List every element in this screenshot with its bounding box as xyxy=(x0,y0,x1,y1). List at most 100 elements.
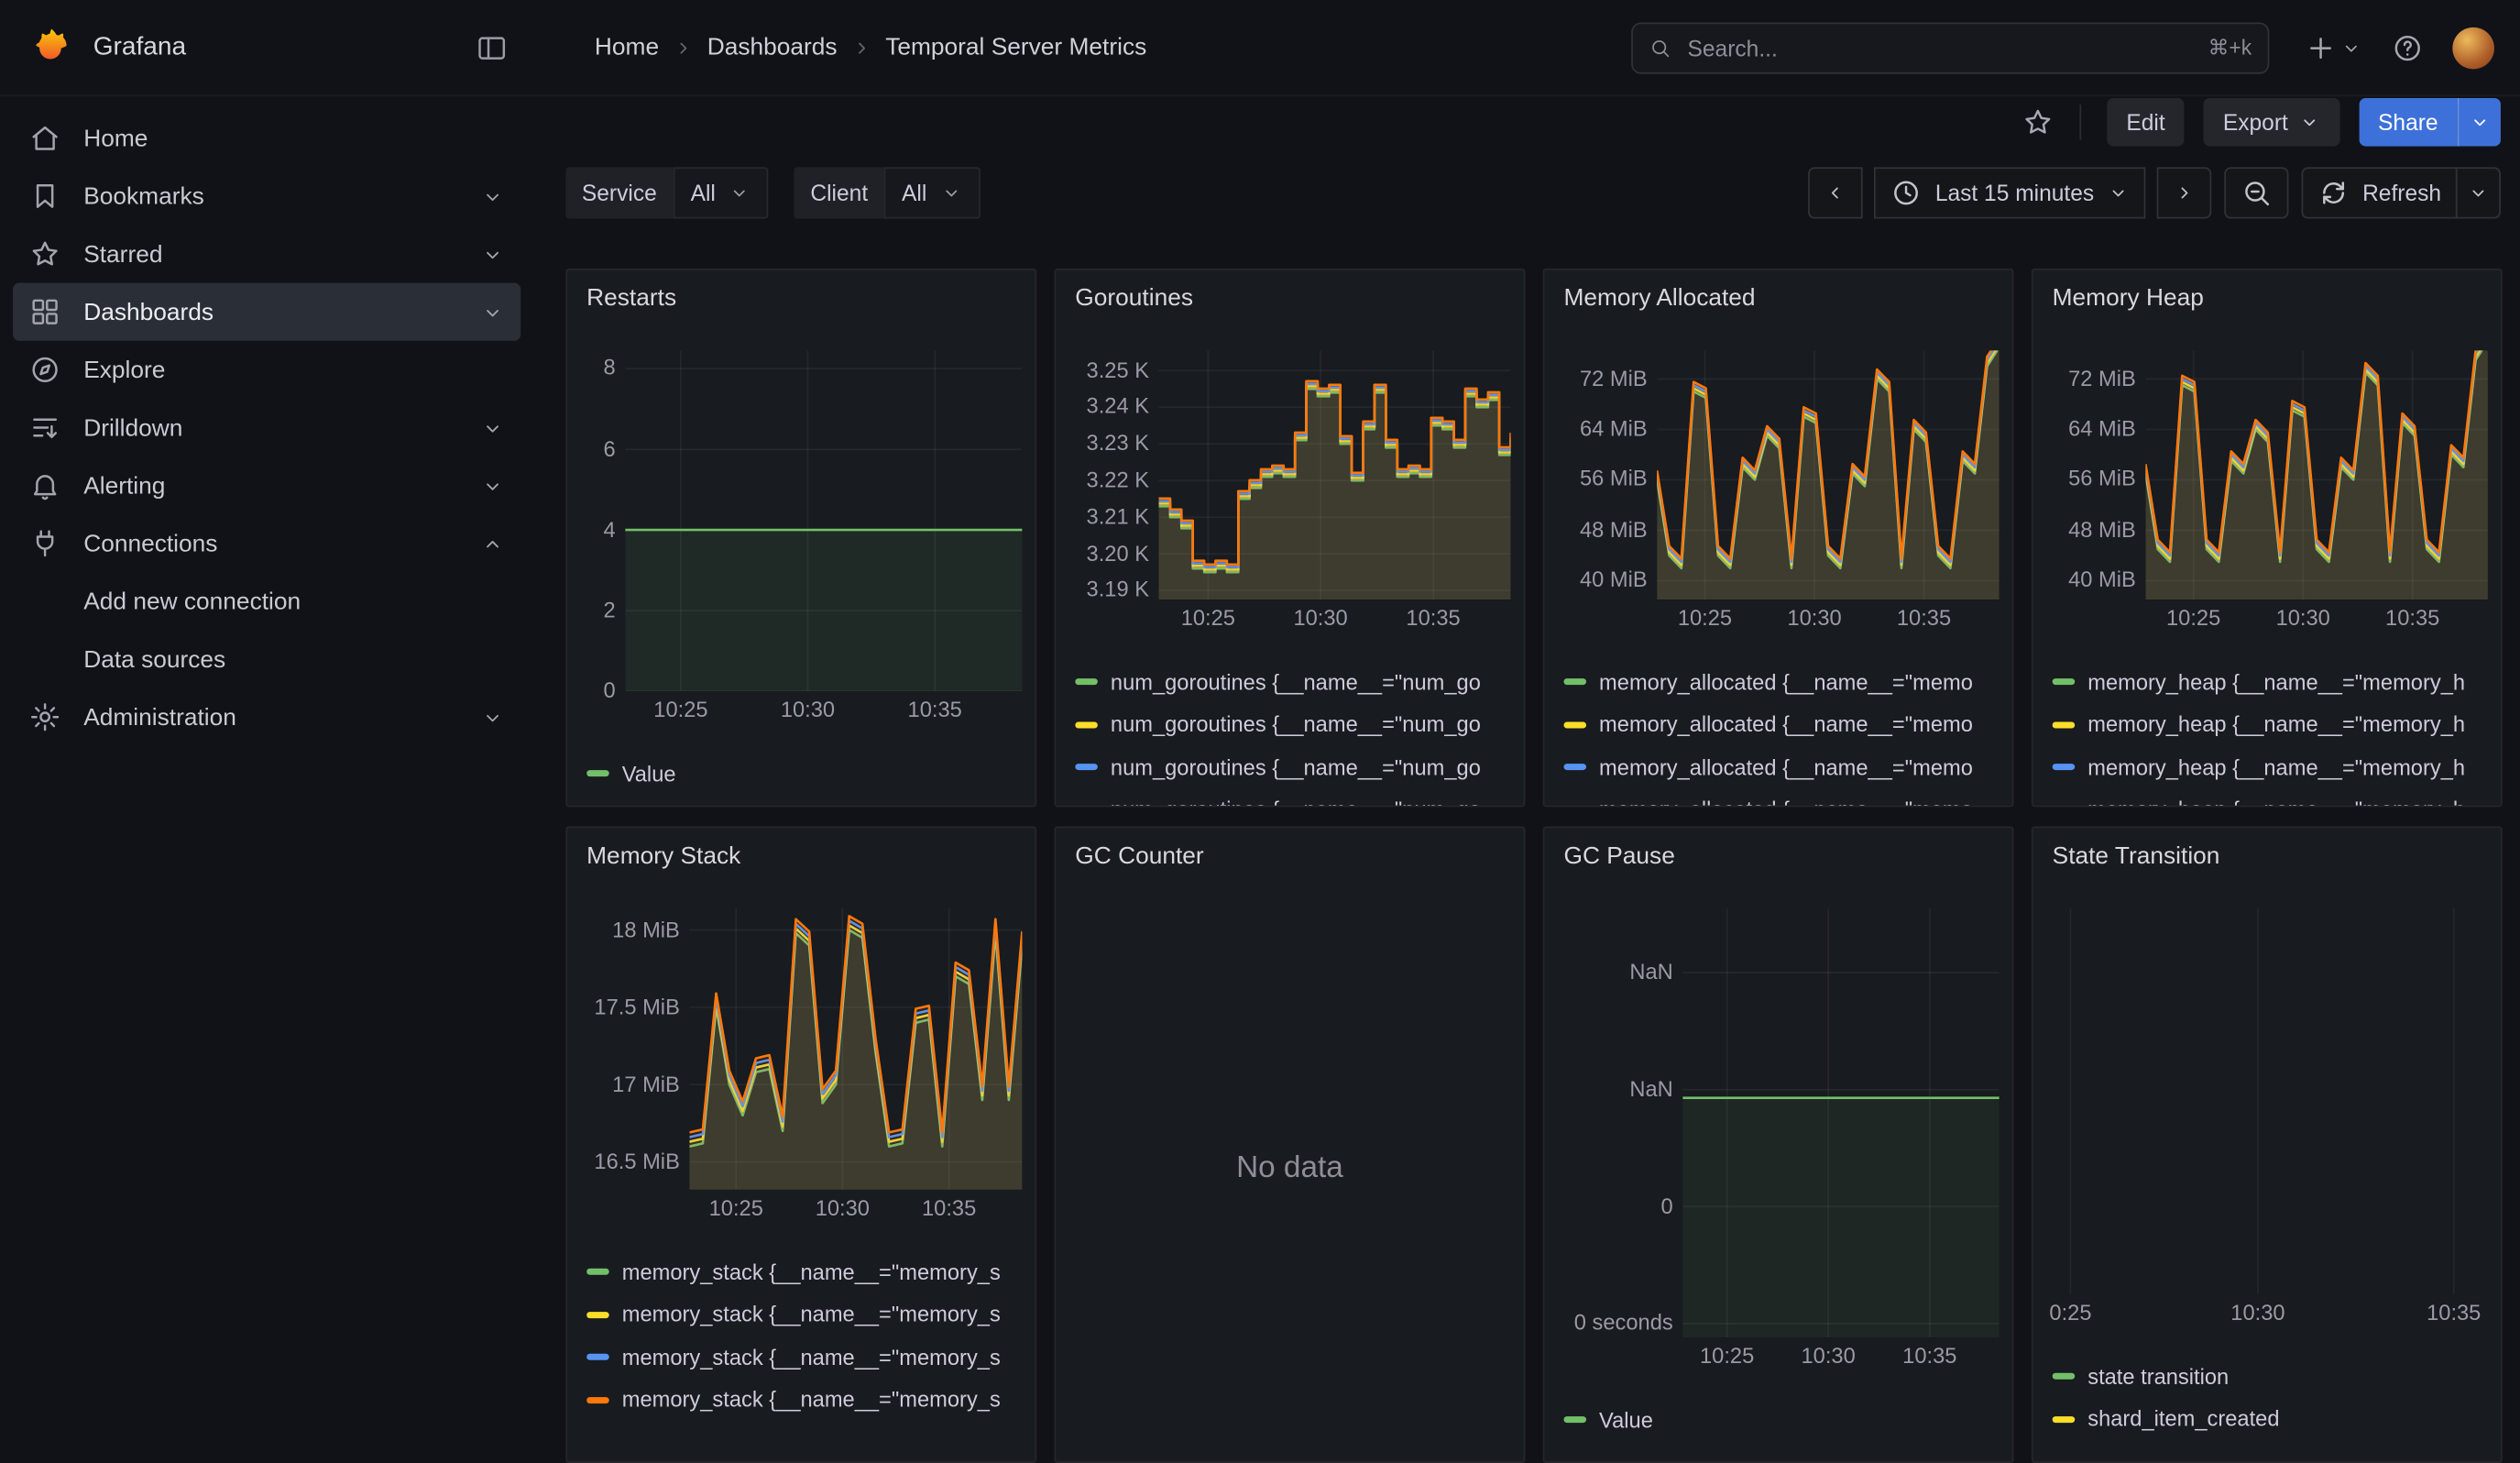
user-avatar[interactable] xyxy=(2452,27,2494,69)
filter-value-dropdown[interactable]: All xyxy=(884,167,980,218)
sidebar-item-add-new-connection[interactable]: Add new connection xyxy=(13,572,520,630)
legend-item[interactable]: memory_allocated {__name__="memo xyxy=(1563,746,2005,788)
chevron-down-icon[interactable] xyxy=(480,242,504,266)
breadcrumb: Home Dashboards Temporal Server Metrics xyxy=(533,34,1631,61)
y-axis-label: 0 seconds xyxy=(1574,1311,1673,1335)
clock-icon xyxy=(1890,177,1923,209)
y-axis-label: 64 MiB xyxy=(1580,416,1648,440)
plot-area[interactable] xyxy=(1159,350,1511,600)
time-shift-forward-button[interactable] xyxy=(2157,167,2212,218)
y-axis-label: 48 MiB xyxy=(2068,517,2136,541)
legend-label: memory_stack {__name__="memory_s xyxy=(622,1303,1001,1326)
legend-item[interactable]: memory_heap {__name__="memory_h xyxy=(2053,788,2494,807)
panel-title[interactable]: Memory Heap xyxy=(2053,284,2204,312)
search-icon xyxy=(1649,36,1671,59)
legend-item[interactable]: num_goroutines {__name__="num_go xyxy=(1075,661,1517,703)
y-axis-label: 3.20 K xyxy=(1087,541,1149,565)
y-axis-label: 40 MiB xyxy=(2068,567,2136,591)
refresh-button[interactable]: Refresh xyxy=(2301,167,2457,218)
plot-area[interactable] xyxy=(625,350,1022,691)
sidebar-item-explore[interactable]: Explore xyxy=(13,341,520,399)
variable-filter-client: ClientAll xyxy=(794,167,980,218)
legend-item[interactable]: memory_allocated {__name__="memo xyxy=(1563,661,2005,703)
add-new-button[interactable] xyxy=(2305,31,2362,63)
legend-item[interactable]: num_goroutines {__name__="num_go xyxy=(1075,746,1517,788)
zoom-out-button[interactable] xyxy=(2224,167,2288,218)
breadcrumb-item-home[interactable]: Home xyxy=(595,34,659,61)
y-axis-label: 6 xyxy=(604,436,616,460)
legend-item[interactable]: memory_stack {__name__="memory_s xyxy=(586,1336,1028,1378)
sidebar-item-data-sources[interactable]: Data sources xyxy=(13,631,520,688)
y-axis-label: NaN xyxy=(1629,960,1672,984)
x-axis-label: 10:30 xyxy=(2276,606,2330,630)
legend-item[interactable]: Value xyxy=(586,753,1028,795)
panel-title[interactable]: GC Pause xyxy=(1563,842,1674,870)
panel-title[interactable]: GC Counter xyxy=(1075,842,1203,870)
sidebar-item-bookmarks[interactable]: Bookmarks xyxy=(13,167,520,225)
legend-item[interactable]: memory_stack {__name__="memory_s xyxy=(586,1250,1028,1292)
chevron-down-icon[interactable] xyxy=(480,184,504,208)
panel-title[interactable]: Memory Allocated xyxy=(1563,284,1755,312)
chevron-up-icon[interactable] xyxy=(480,532,504,556)
chevron-down-icon[interactable] xyxy=(480,705,504,729)
legend-item[interactable]: memory_allocated {__name__="memo xyxy=(1563,788,2005,807)
sidebar-item-home[interactable]: Home xyxy=(13,109,520,167)
search-box[interactable]: ⌘+k xyxy=(1631,22,2269,73)
share-dropdown-button[interactable] xyxy=(2458,98,2501,147)
legend-item[interactable]: Value xyxy=(1563,1399,2005,1441)
sidebar-item-drilldown[interactable]: Drilldown xyxy=(13,399,520,456)
legend-item[interactable]: shard_item_created xyxy=(2053,1398,2494,1440)
panel-title[interactable]: State Transition xyxy=(2053,842,2220,870)
filter-value-dropdown[interactable]: All xyxy=(673,167,768,218)
chevron-down-icon[interactable] xyxy=(480,300,504,324)
time-range-picker[interactable]: Last 15 minutes xyxy=(1874,167,2145,218)
search-input[interactable] xyxy=(1684,33,2196,62)
chevron-down-icon[interactable] xyxy=(480,415,504,439)
legend-item[interactable]: num_goroutines {__name__="num_go xyxy=(1075,788,1517,807)
time-shift-back-button[interactable] xyxy=(1808,167,1863,218)
plot-area[interactable] xyxy=(2062,908,2488,1294)
plus-icon xyxy=(2305,31,2337,63)
legend-item[interactable]: memory_stack {__name__="memory_s xyxy=(586,1379,1028,1421)
refresh-interval-dropdown[interactable] xyxy=(2456,167,2501,218)
legend-item[interactable]: memory_heap {__name__="memory_h xyxy=(2053,703,2494,745)
edit-button[interactable]: Edit xyxy=(2107,98,2184,147)
plot-area[interactable] xyxy=(689,908,1022,1190)
y-axis-label: 4 xyxy=(604,517,616,541)
panel-title[interactable]: Memory Stack xyxy=(586,842,740,870)
export-button[interactable]: Export xyxy=(2204,98,2339,147)
refresh-split-button: Refresh xyxy=(2301,167,2501,218)
grafana-logo-icon[interactable] xyxy=(29,27,71,69)
legend-item[interactable]: state transition xyxy=(2053,1355,2494,1397)
legend-item[interactable]: memory_stack {__name__="memory_s xyxy=(586,1293,1028,1336)
panel-legend: num_goroutines {__name__="num_gonum_goro… xyxy=(1075,661,1517,808)
chevron-down-icon[interactable] xyxy=(480,474,504,498)
panel-memory-heap: Memory Heap72 MiB64 MiB56 MiB48 MiB40 Mi… xyxy=(2032,269,2503,808)
sidebar-item-alerting[interactable]: Alerting xyxy=(13,456,520,514)
sidebar-item-connections[interactable]: Connections xyxy=(13,514,520,572)
panel-title[interactable]: Restarts xyxy=(586,284,676,312)
sidebar-item-administration[interactable]: Administration xyxy=(13,688,520,746)
legend-item[interactable]: num_goroutines {__name__="num_go xyxy=(1075,703,1517,745)
breadcrumb-item-dashboards[interactable]: Dashboards xyxy=(707,34,838,61)
x-axis: 10:2510:3010:35 xyxy=(1657,603,2000,635)
panel-legend: memory_heap {__name__="memory_hmemory_he… xyxy=(2053,661,2494,808)
sidebar-toggle-icon[interactable] xyxy=(476,31,508,63)
plot-area[interactable] xyxy=(1657,350,2000,600)
legend-color-marker xyxy=(586,1312,609,1318)
legend-item[interactable]: memory_heap {__name__="memory_h xyxy=(2053,746,2494,788)
sidebar-item-starred[interactable]: Starred xyxy=(13,226,520,283)
legend-item[interactable]: memory_heap {__name__="memory_h xyxy=(2053,661,2494,703)
plot-area[interactable] xyxy=(1682,908,2000,1337)
legend-item[interactable]: memory_allocated {__name__="memo xyxy=(1563,703,2005,745)
legend-label: memory_stack {__name__="memory_s xyxy=(622,1346,1001,1370)
star-dashboard-button[interactable] xyxy=(2021,106,2054,138)
breadcrumb-item-temporal-server-metrics[interactable]: Temporal Server Metrics xyxy=(885,34,1146,61)
plot-area[interactable] xyxy=(2145,350,2488,600)
panel-title[interactable]: Goroutines xyxy=(1075,284,1193,312)
help-button[interactable] xyxy=(2392,31,2424,63)
sidebar-item-dashboards[interactable]: Dashboards xyxy=(13,283,520,341)
chevron-right-icon xyxy=(2173,182,2196,204)
x-axis-label: 10:25 xyxy=(1678,606,1732,630)
share-button[interactable]: Share xyxy=(2359,98,2458,147)
